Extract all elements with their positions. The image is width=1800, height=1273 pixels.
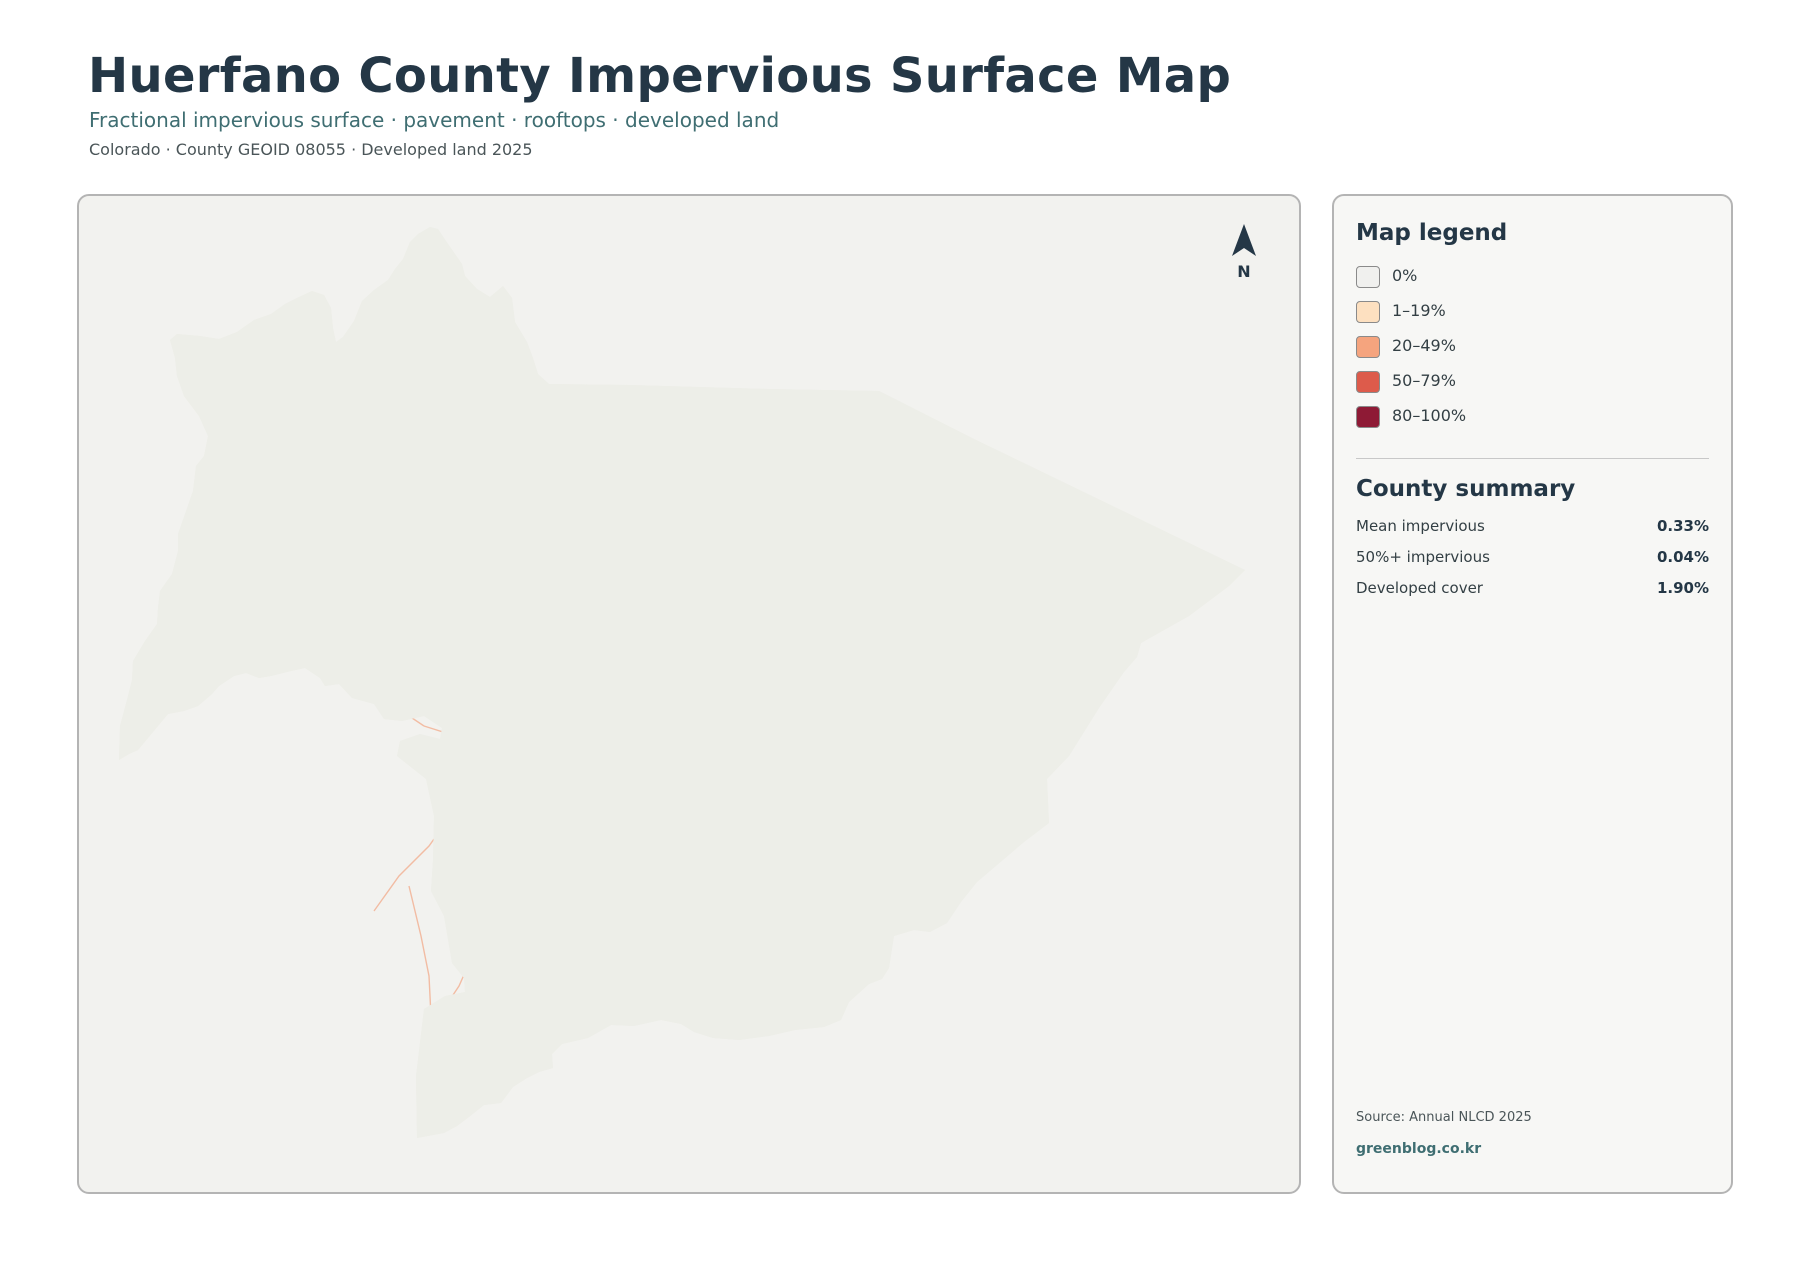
source-note: Source: Annual NLCD 2025	[1356, 1110, 1532, 1125]
panel-divider	[1356, 458, 1709, 459]
legend-title: Map legend	[1356, 220, 1508, 246]
legend-label: 1–19%	[1392, 301, 1446, 320]
summary-title: County summary	[1356, 476, 1576, 502]
north-arrow: N	[1226, 222, 1262, 284]
north-label: N	[1237, 262, 1251, 281]
credit-link[interactable]: greenblog.co.kr	[1356, 1141, 1481, 1157]
legend-swatch	[1356, 336, 1380, 358]
summary-value: 0.33%	[1656, 517, 1709, 535]
summary-row: 50%+ impervious 0.04%	[1356, 548, 1709, 570]
summary-value: 1.90%	[1656, 579, 1709, 597]
legend-swatch	[1356, 301, 1380, 323]
map-panel[interactable]	[77, 194, 1301, 1194]
north-arrow-icon	[1232, 224, 1256, 256]
road-segment	[408, 885, 432, 1017]
summary-value: 0.04%	[1656, 548, 1709, 566]
summary-label: 50%+ impervious	[1356, 548, 1490, 566]
legend-label: 80–100%	[1392, 406, 1467, 425]
legend-label: 20–49%	[1392, 336, 1456, 355]
county-outline	[119, 227, 1245, 1138]
summary-label: Mean impervious	[1356, 517, 1485, 535]
page-meta: Colorado · County GEOID 08055 · Develope…	[89, 140, 533, 159]
summary-row: Mean impervious 0.33%	[1356, 517, 1709, 539]
map-canvas[interactable]	[79, 196, 1301, 1194]
summary-row: Developed cover 1.90%	[1356, 579, 1709, 601]
legend-label: 0%	[1392, 266, 1418, 285]
legend-swatch	[1356, 371, 1380, 393]
page-subtitle: Fractional impervious surface · pavement…	[89, 108, 780, 132]
legend-swatch	[1356, 406, 1380, 428]
page-title: Huerfano County Impervious Surface Map	[88, 48, 1232, 104]
legend-swatch	[1356, 266, 1380, 288]
summary-label: Developed cover	[1356, 579, 1483, 597]
side-panel: Map legend 0% 1–19% 20–49% 50–79% 80–100…	[1332, 194, 1733, 1194]
legend-label: 50–79%	[1392, 371, 1456, 390]
